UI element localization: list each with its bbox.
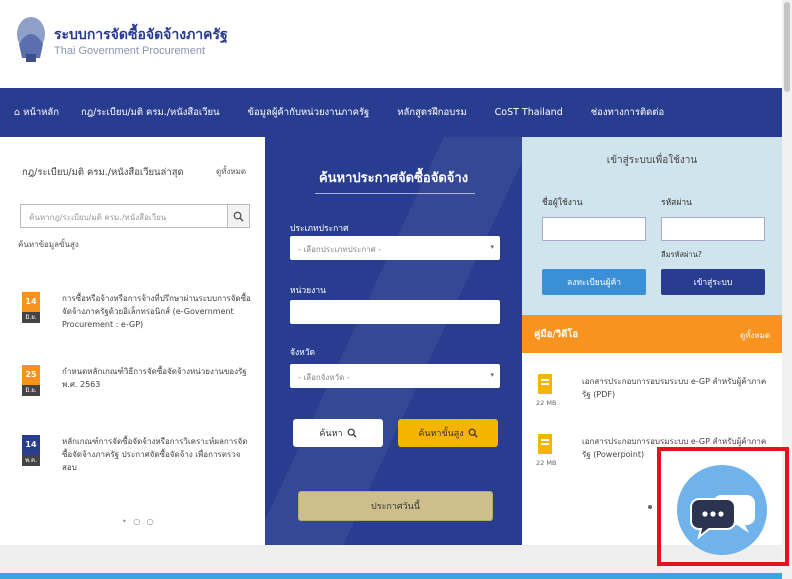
- manuals-header: คู่มือ/วิดีโอ ดูทั้งหมด: [522, 315, 782, 353]
- regulations-title: กฎ/ระเบียบ/มติ ครม./หนังสือเวียนล่าสุด: [22, 167, 184, 178]
- news-text: กำหนดหลักเกณฑ์วิธีการจัดซื้อจัดจ้างหน่วย…: [62, 367, 247, 389]
- password-input[interactable]: [661, 217, 765, 241]
- province-select[interactable]: - เลือกจังหวัด - ▾: [290, 364, 500, 388]
- username-label: ชื่อผู้ใช้งาน: [542, 198, 583, 208]
- news-text: การซื้อหรือจ้างหรือการจ้างที่ปรึกษาผ่านร…: [62, 294, 251, 329]
- manual-text: เอกสารประกอบการอบรมระบบ e-GP สำหรับผู้ค้…: [582, 377, 767, 399]
- logo-title-english[interactable]: Thai Government Procurement: [54, 45, 205, 57]
- file-size: 22 MB: [536, 459, 557, 467]
- procurement-search-panel: ค้นหาประกาศจัดซื้อจัดจ้าง ประเภทประกาศ -…: [265, 137, 522, 545]
- today-announcements-button[interactable]: ประกาศวันนี้: [298, 491, 493, 521]
- nav-item-home[interactable]: ⌂ หน้าหลัก: [14, 105, 59, 120]
- news-text: หลักเกณฑ์การจัดซื้อจัดจ้างหรือการวิเคราะ…: [62, 437, 248, 472]
- manuals-more-link[interactable]: ดูทั้งหมด: [740, 329, 770, 342]
- home-icon: ⌂: [14, 107, 21, 118]
- list-item[interactable]: 22 MB เอกสารประกอบการอบรมระบบ e-GP สำหรั…: [536, 373, 776, 423]
- magnifier-icon: [468, 428, 478, 438]
- manuals-title: คู่มือ/วิดีโอ: [534, 329, 579, 340]
- login-button[interactable]: เข้าสู่ระบบ: [661, 269, 765, 295]
- nav-item-training[interactable]: หลักสูตรฝึกอบรม: [397, 105, 466, 120]
- news-date-day: 14: [22, 292, 40, 312]
- announce-type-label: ประเภทประกาศ: [290, 224, 349, 234]
- nav-item-contact[interactable]: ช่องทางการติดต่อ: [591, 105, 664, 120]
- news-item[interactable]: 14 พ.ค. หลักเกณฑ์การจัดซื้อจัดจ้างหรือกา…: [22, 435, 252, 495]
- government-emblem-icon[interactable]: [14, 14, 48, 64]
- agency-input[interactable]: [290, 300, 500, 324]
- manuals-pager-dot[interactable]: [648, 505, 652, 509]
- logo-title-thai[interactable]: ระบบการจัดซื้อจัดจ้างภาครัฐ: [54, 24, 228, 46]
- login-panel: เข้าสู่ระบบเพื่อใช้งาน ชื่อผู้ใช้งาน รหั…: [522, 137, 782, 315]
- regulations-panel: กฎ/ระเบียบ/มติ ครม./หนังสือเวียนล่าสุด ด…: [0, 137, 265, 545]
- regulations-search-button[interactable]: [228, 204, 250, 228]
- news-date-month: มิ.ย.: [22, 312, 40, 323]
- news-item[interactable]: 14 มิ.ย. การซื้อหรือจ้างหรือการจ้างที่ปร…: [22, 292, 252, 352]
- announce-type-select[interactable]: - เลือกประเภทประกาศ - ▾: [290, 236, 500, 260]
- search-button[interactable]: ค้นหา: [293, 419, 383, 447]
- nav-item-vendors[interactable]: ข้อมูลผู้ค้ากับหน่วยงานภาครัฐ: [248, 105, 370, 120]
- username-input[interactable]: [542, 217, 646, 241]
- search-panel-title: ค้นหาประกาศจัดซื้อจัดจ้าง: [318, 171, 469, 186]
- site-header: ระบบการจัดซื้อจัดจ้างภาครัฐ Thai Governm…: [0, 0, 782, 88]
- footer-accent-line: [0, 573, 782, 579]
- password-label: รหัสผ่าน: [661, 198, 692, 208]
- news-date-month: พ.ค.: [22, 455, 40, 466]
- advanced-search-button[interactable]: ค้นหาขั้นสูง: [398, 419, 498, 447]
- document-icon: [538, 374, 552, 394]
- forgot-password-link[interactable]: ลืมรหัสผ่าน?: [661, 249, 702, 261]
- file-size: 22 MB: [536, 399, 557, 407]
- news-date-month: มิ.ย.: [22, 385, 40, 396]
- nav-item-cost[interactable]: CoST Thailand: [495, 107, 563, 118]
- nav-item-regulations[interactable]: กฎ/ระเบียบ/มติ ครม./หนังสือเวียน: [81, 105, 220, 120]
- main-nav: ⌂ หน้าหลัก กฎ/ระเบียบ/มติ ครม./หนังสือเว…: [0, 88, 782, 137]
- magnifier-icon: [347, 428, 357, 438]
- chevron-down-icon: ▾: [490, 371, 494, 379]
- news-date-day: 14: [22, 435, 40, 455]
- province-label: จังหวัด: [290, 348, 316, 358]
- news-date-day: 25: [22, 365, 40, 385]
- news-pager[interactable]: • ○ ○: [122, 517, 156, 526]
- regulations-more-link[interactable]: ดูทั้งหมด: [216, 165, 246, 178]
- regulations-search-input[interactable]: ค้นหากฎ/ระเบียบ/มติ ครม./หนังสือเวียน: [20, 204, 228, 228]
- highlight-annotation-box: [657, 447, 789, 566]
- scrollbar-thumb[interactable]: [784, 2, 790, 92]
- magnifier-icon: [233, 211, 244, 222]
- title-divider: [315, 193, 475, 194]
- login-title: เข้าสู่ระบบเพื่อใช้งาน: [606, 155, 698, 166]
- news-item[interactable]: 25 มิ.ย. กำหนดหลักเกณฑ์วิธีการจัดซื้อจัด…: [22, 365, 252, 425]
- agency-label: หน่วยงาน: [290, 286, 326, 296]
- document-icon: [538, 434, 552, 454]
- chevron-down-icon: ▾: [490, 243, 494, 251]
- advanced-search-link[interactable]: ค้นหาข้อมูลขั้นสูง: [18, 238, 79, 251]
- register-vendor-button[interactable]: ลงทะเบียนผู้ค้า: [542, 269, 646, 295]
